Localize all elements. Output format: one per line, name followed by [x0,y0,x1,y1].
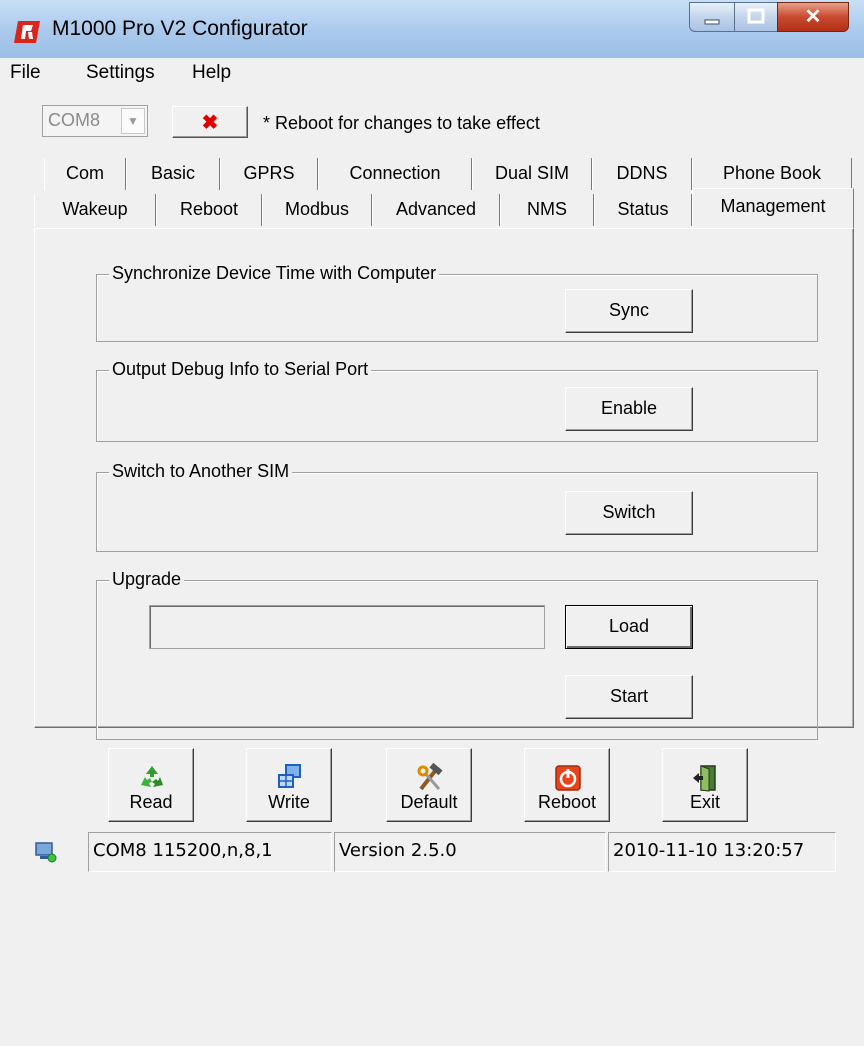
sim-group: Switch to Another SIM Switch [96,461,818,552]
debug-group: Output Debug Info to Serial Port Enable [96,359,818,442]
chevron-down-icon[interactable]: ▼ [121,108,145,134]
status-connection-pane [30,832,88,872]
sync-group-title: Synchronize Device Time with Computer [109,263,440,284]
sync-group: Synchronize Device Time with Computer Sy… [96,263,818,342]
app-window: M1000 Pro V2 Configurator ✕ File Setting… [0,0,864,1046]
tab-ddns[interactable]: DDNS [592,158,692,190]
tab-modbus[interactable]: Modbus [262,194,372,226]
power-icon [555,765,581,791]
maximize-icon [747,8,765,24]
maximize-button[interactable] [734,2,778,32]
reboot-button[interactable]: Reboot [524,748,610,822]
tab-phone-book[interactable]: Phone Book [692,158,852,190]
app-logo-icon [14,21,40,43]
tab-management[interactable]: Management [692,188,854,228]
tab-reboot[interactable]: Reboot [156,194,262,226]
reboot-note: * Reboot for changes to take effect [263,113,540,133]
tab-dual-sim[interactable]: Dual SIM [472,158,592,190]
load-button[interactable]: Load [565,605,693,649]
window-title: M1000 Pro V2 Configurator [52,17,308,40]
recycle-icon [141,766,163,787]
com-port-select[interactable]: COM8 ▼ [42,105,148,137]
status-bar: COM8 115200,n,8,1 Version 2.5.0 2010-11-… [0,832,864,872]
minimize-icon [704,19,720,25]
network-computer-icon [35,842,57,863]
debug-group-title: Output Debug Info to Serial Port [109,359,372,380]
close-button[interactable]: ✕ [777,2,849,32]
status-datetime: 2010-11-10 13:20:57 [608,832,836,872]
menu-settings[interactable]: Settings [86,62,155,84]
start-upgrade-button[interactable]: Start [565,675,693,719]
default-label: Default [400,792,458,812]
upgrade-group: Upgrade Load Start [96,569,818,740]
menu-bar: File Settings Help [0,58,864,90]
tab-connection[interactable]: Connection [318,158,472,190]
minimize-button[interactable] [689,2,735,32]
upgrade-group-title: Upgrade [109,569,185,590]
close-icon: ✕ [804,6,822,28]
tools-icon [417,763,443,791]
status-version: Version 2.5.0 [334,832,606,872]
status-port: COM8 115200,n,8,1 [88,832,332,872]
default-button[interactable]: Default [386,748,472,822]
com-port-value: COM8 [48,110,101,130]
exit-button[interactable]: Exit [662,748,748,822]
tab-status[interactable]: Status [594,194,692,226]
read-label: Read [129,792,173,812]
enable-debug-button[interactable]: Enable [565,387,693,431]
exit-door-icon [693,765,716,792]
tab-nms[interactable]: NMS [500,194,594,226]
tab-basic[interactable]: Basic [126,158,220,190]
tab-gprs[interactable]: GPRS [220,158,318,190]
sync-button[interactable]: Sync [565,289,693,333]
exit-label: Exit [689,792,720,812]
menu-file[interactable]: File [10,62,41,84]
windows-icon [278,764,301,788]
tab-wakeup[interactable]: Wakeup [34,194,156,226]
write-label: Write [268,792,310,812]
switch-sim-button[interactable]: Switch [565,491,693,535]
upgrade-file-path-field[interactable] [149,605,545,649]
close-icon: ✖ [201,112,219,134]
sim-group-title: Switch to Another SIM [109,461,293,482]
tab-com[interactable]: Com [44,158,126,190]
tab-advanced[interactable]: Advanced [372,194,500,226]
read-button[interactable]: Read [108,748,194,822]
disconnect-button[interactable]: ✖ [172,106,248,138]
menu-help[interactable]: Help [192,62,231,84]
write-button[interactable]: Write [246,748,332,822]
title-bar[interactable]: M1000 Pro V2 Configurator ✕ [0,0,864,59]
reboot-label: Reboot [537,792,597,812]
